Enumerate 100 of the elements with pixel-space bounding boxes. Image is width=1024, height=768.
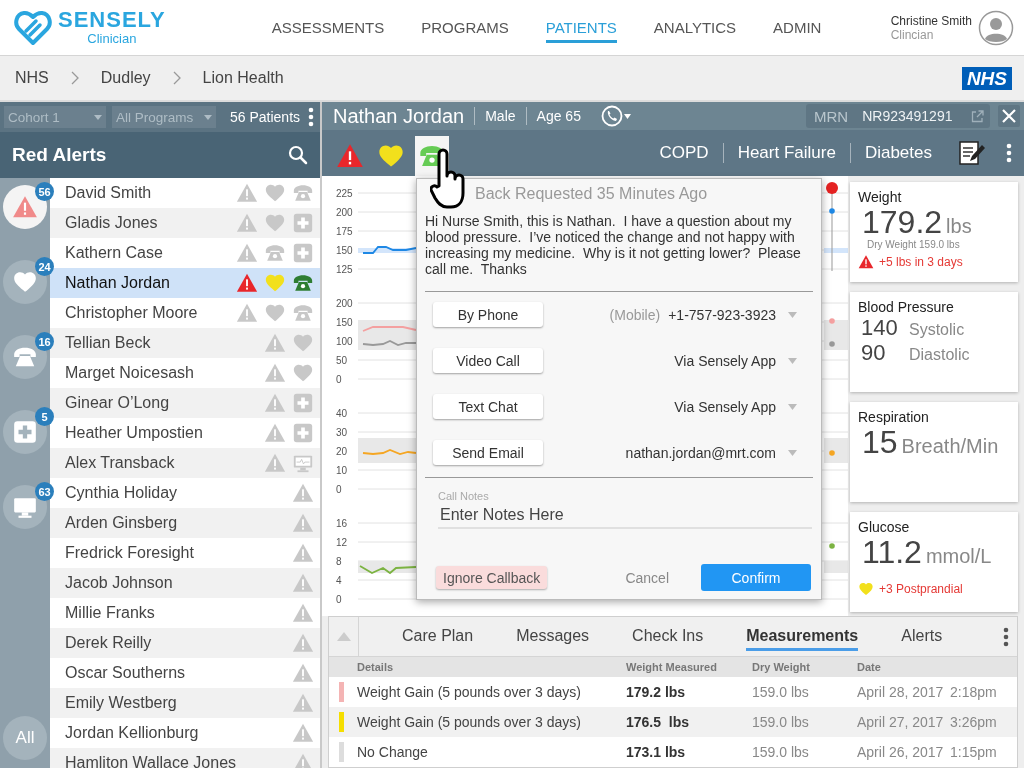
patient-row[interactable]: Jacob Johnson [50,568,320,598]
plus-icon [292,422,314,444]
column-header: Date [857,661,882,673]
axis-tick: 20 [336,444,349,459]
warning-icon [292,692,314,714]
warning-icon [858,254,874,270]
nav-tab[interactable]: PROGRAMS [421,12,509,43]
category-button[interactable] [3,410,47,454]
patient-row[interactable]: Emily Westberg [50,688,320,718]
breadcrumb-link[interactable]: Lion Health [202,69,284,87]
heart-icon [292,332,314,354]
axis-tick: 8 [336,554,343,569]
axis-tick: 0 [336,372,343,387]
contact-button[interactable]: Text Chat [433,394,543,419]
warning-icon [264,452,286,474]
patient-row[interactable]: Hamliton Wallace Jones [50,748,320,768]
edit-notes-icon[interactable] [958,140,986,166]
warning-icon [292,722,314,744]
vital-label: Diastolic [909,346,971,364]
plus-icon [292,392,314,414]
axis-tick: 100 [336,334,354,349]
vital-title: Respiration [858,409,930,425]
phone-icon [292,182,314,204]
axis-tick: 16 [336,516,349,531]
user-name: Christine Smith [890,13,972,28]
table-cell-text: April 27, 2017 [857,714,945,730]
panel-tab[interactable]: Check Ins [632,622,704,651]
normal-range-band [824,438,848,463]
nav-tab[interactable]: ANALYTICS [653,12,737,43]
warning-icon [292,632,314,654]
patient-row[interactable]: Tellian Beck [50,328,320,358]
data-point [829,208,835,214]
dropdown-caret-icon [204,114,212,120]
breadcrumb-link[interactable]: NHS [15,69,49,87]
axis-tick: 10 [336,463,349,478]
condition-tab[interactable]: Heart Failure [737,143,836,163]
patient-name: Christopher Moore [65,304,199,322]
contact-button[interactable]: Send Email [433,440,543,465]
nhs-logo: NHS [961,66,1012,90]
warning-icon [292,752,314,768]
patient-row[interactable]: Gladis Jones [50,208,320,238]
nav-tab[interactable]: ASSESSMENTS [271,12,385,43]
table-cell-text: 159.0 lbs [752,744,810,760]
table-cell-text: 2:18pm [950,684,998,700]
patient-row[interactable]: Ginear O’Long [50,388,320,418]
patient-row[interactable]: Alex Transback [50,448,320,478]
normal-range-band [824,248,848,253]
warning-icon [292,662,314,684]
phone-call-icon[interactable] [600,105,623,127]
logo-icon [14,8,52,47]
warning-icon [292,482,314,504]
contact-value[interactable]: Via Sensely App [674,352,776,369]
phone-icon [292,302,314,324]
field-label: Call Notes [438,490,490,502]
patient-row[interactable]: Arden Ginsberg [50,508,320,538]
panel-tab[interactable]: Care Plan [402,622,474,651]
more-icon[interactable] [1006,143,1012,163]
more-icon[interactable] [1003,626,1009,647]
condition-tab[interactable]: COPD [659,143,709,163]
contact-value[interactable]: +1-757-923-3923 [668,306,776,323]
phone-icon [292,272,314,294]
external-link-icon[interactable] [971,109,984,123]
column-header: Details [357,661,395,673]
patient-row[interactable]: Nathan Jordan [50,268,320,298]
alert-text: +3 Postprandial [879,582,963,596]
axis-tick: 30 [336,425,349,440]
contact-value[interactable]: nathan.jordan@mrt.com [625,444,776,461]
contact-button[interactable]: Video Call [433,348,543,373]
warning-icon [292,602,314,624]
patient-name: Heather Umpostien [65,424,204,442]
notes-field[interactable]: Enter Notes Here [438,504,812,529]
panel-tab[interactable]: Alerts [901,622,943,651]
breadcrumb-link[interactable]: Dudley [100,69,151,87]
caret-icon[interactable] [623,113,631,119]
close-button[interactable] [998,105,1020,127]
mrn-label: MRN [814,107,849,125]
warning-icon [236,182,258,204]
panel-tab[interactable]: Messages [516,622,590,651]
patient-name: Tellian Beck [65,334,152,352]
warning-icon [264,422,286,444]
table-cell-text: 176.5 lbs [626,714,691,730]
vital-note: Dry Weight 159.0 lbs [866,239,961,250]
panel-tab[interactable]: Measurements [746,622,859,651]
warning-icon [264,332,286,354]
nav-tab[interactable]: ADMIN [773,12,822,43]
ignore-button[interactable]: Ignore Callback [436,566,548,589]
vital-value: 90 [861,340,887,365]
search-icon[interactable] [288,145,308,165]
vital-unit: Breath/Min [901,435,999,458]
patient-row[interactable]: Derek Reilly [50,628,320,658]
condition-tab[interactable]: Diabetes [864,143,932,163]
axis-tick: 200 [336,296,354,311]
axis-tick: 0 [336,482,343,497]
warning-icon [292,512,314,534]
avatar-icon[interactable] [978,9,1014,46]
contact-value[interactable]: Via Sensely App [674,398,776,415]
more-icon[interactable] [308,107,314,127]
contact-button[interactable]: By Phone [433,302,543,327]
column-header: Dry Weight [752,661,811,673]
patient-name: Oscar Southerns [65,664,187,682]
